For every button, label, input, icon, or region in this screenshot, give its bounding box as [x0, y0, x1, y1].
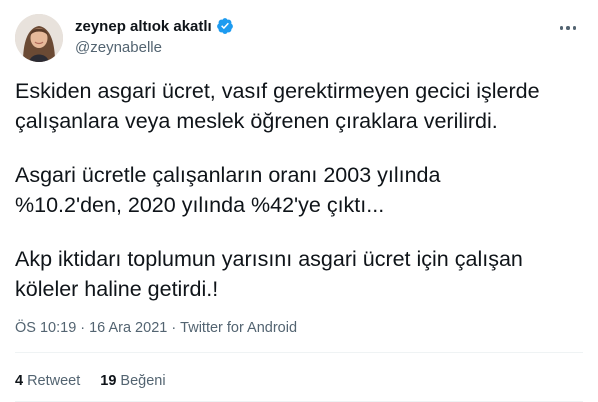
tweet-paragraph: Asgari ücretle çalışanların oranı 2003 y…	[15, 163, 441, 217]
retweets-label: Retweet	[27, 373, 81, 389]
likes-stat[interactable]: 19 Beğeni	[100, 373, 165, 389]
tweet-meta: ÖS 10:19 · 16 Ara 2021 · Twitter for Android	[15, 320, 297, 336]
divider	[15, 352, 583, 353]
likes-count: 19	[100, 373, 117, 389]
tweet-time[interactable]: ÖS 10:19	[15, 320, 76, 336]
retweets-stat[interactable]: 4 Retweet	[15, 373, 80, 389]
tweet-card: zeynep altıok akatlı @zeynabelle Eskiden…	[0, 0, 598, 402]
retweets-count: 4	[15, 373, 24, 389]
tweet-stats: 4 Retweet 19 Beğeni	[15, 373, 186, 389]
author-handle[interactable]: @zeynabelle	[75, 39, 162, 56]
verified-badge-icon	[216, 18, 233, 34]
author-display-name[interactable]: zeynep altıok akatlı	[75, 18, 212, 35]
tweet-date[interactable]: 16 Ara 2021	[89, 320, 167, 336]
tweet-paragraph: Eskiden asgari ücret, vasıf gerektirmeye…	[15, 79, 540, 133]
likes-label: Beğeni	[120, 373, 166, 389]
avatar[interactable]	[15, 14, 63, 62]
tweet-text: Eskiden asgari ücret, vasıf gerektirmeye…	[15, 76, 585, 304]
author-name-row[interactable]: zeynep altıok akatlı	[75, 15, 234, 37]
tweet-source[interactable]: Twitter for Android	[180, 320, 297, 336]
more-options-icon[interactable]	[556, 16, 580, 40]
meta-separator: ·	[171, 320, 177, 336]
meta-separator: ·	[80, 320, 86, 336]
tweet-paragraph: Akp iktidarı toplumun yarısını asgari üc…	[15, 247, 523, 301]
avatar-image	[15, 14, 63, 62]
